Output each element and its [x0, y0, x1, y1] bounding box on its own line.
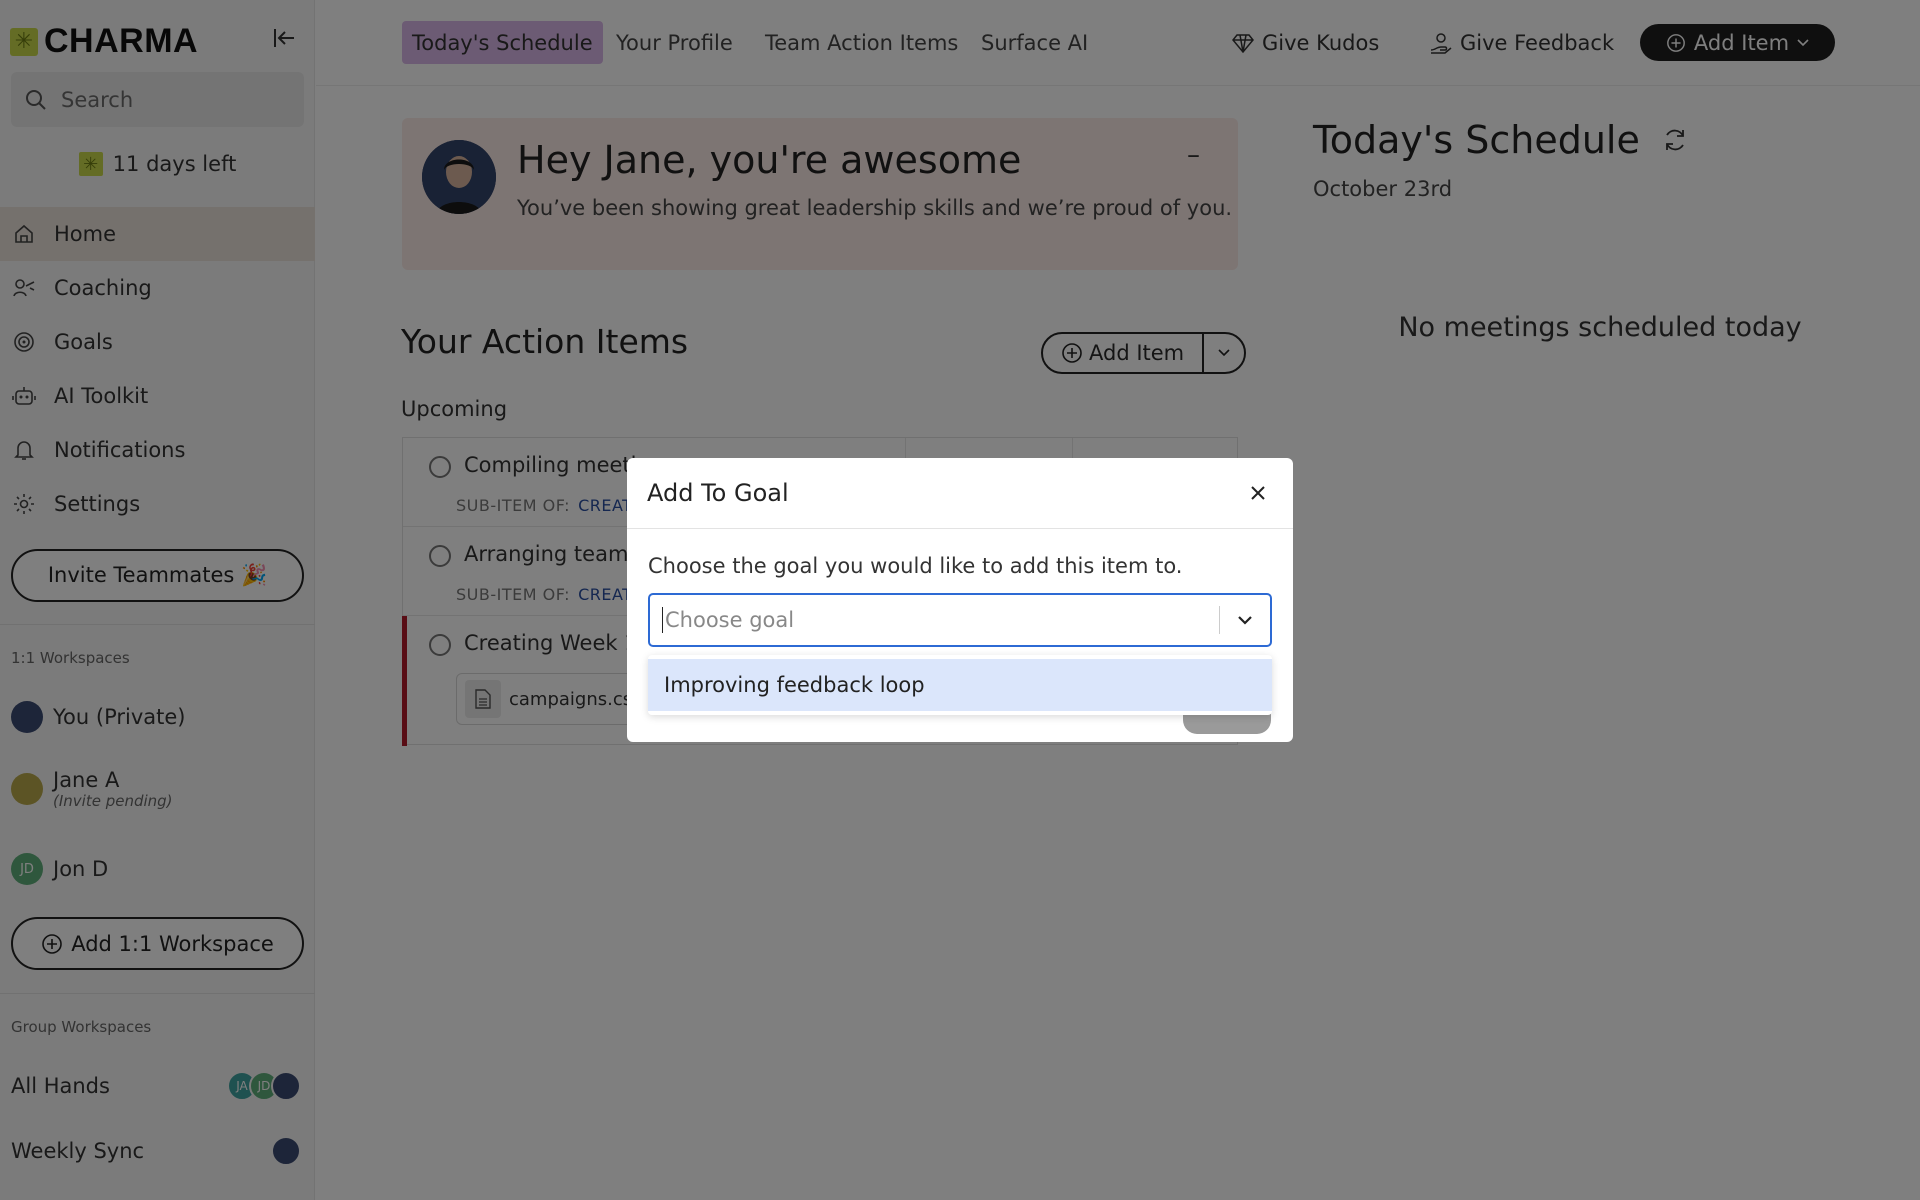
goal-option[interactable]: Improving feedback loop [648, 659, 1272, 711]
add-to-goal-modal: Add To Goal Choose the goal you would li… [627, 458, 1293, 742]
goal-options-menu: Improving feedback loop [648, 655, 1272, 715]
goal-select[interactable]: Choose goal [648, 593, 1272, 647]
goal-select-input[interactable]: Choose goal [650, 595, 1219, 645]
modal-header: Add To Goal [627, 458, 1293, 529]
modal-title: Add To Goal [647, 479, 789, 507]
goal-select-placeholder: Choose goal [665, 608, 795, 632]
text-caret [662, 607, 663, 633]
modal-description: Choose the goal you would like to add th… [648, 554, 1183, 578]
close-icon[interactable] [1243, 478, 1273, 508]
chevron-down-icon[interactable] [1220, 615, 1270, 625]
